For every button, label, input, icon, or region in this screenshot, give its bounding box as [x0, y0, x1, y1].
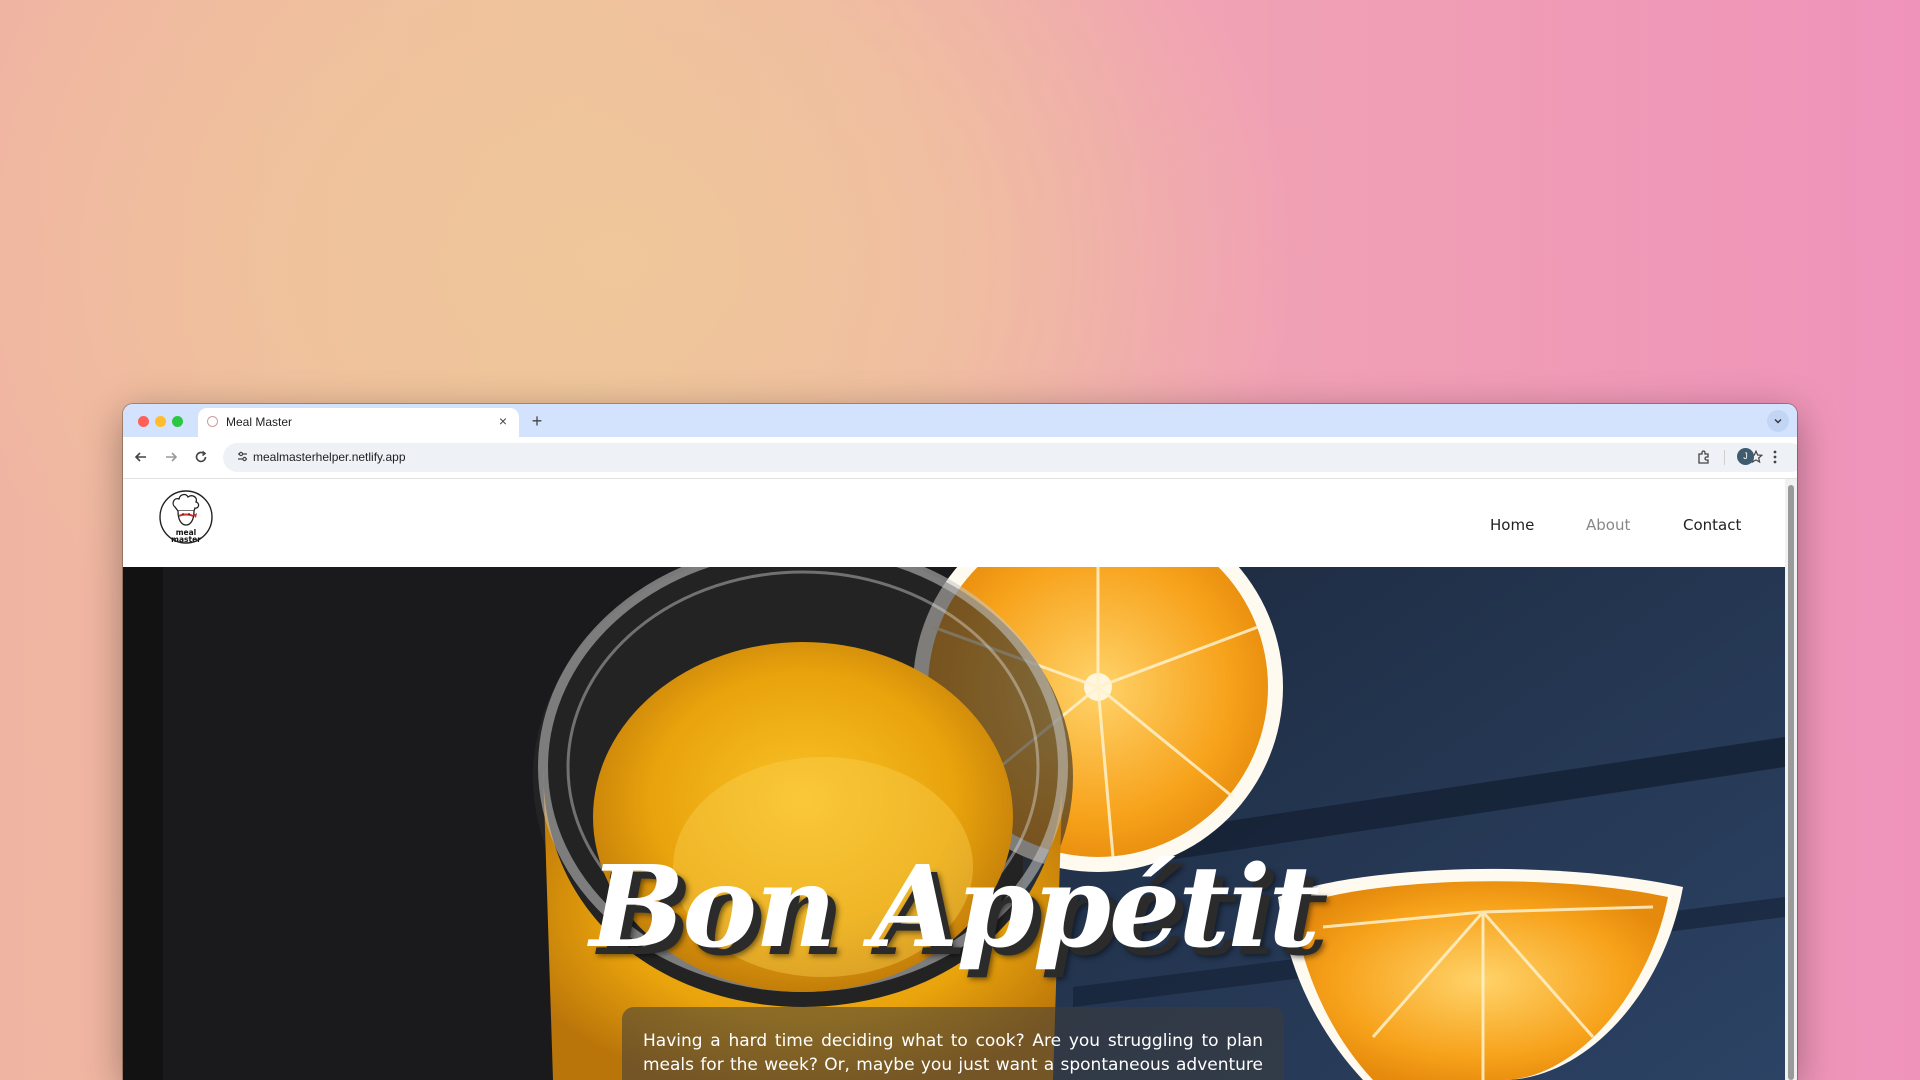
svg-text:master: master [171, 535, 201, 544]
back-arrow-icon[interactable] [131, 447, 151, 467]
nav-contact-link[interactable]: Contact [1683, 516, 1741, 534]
site-header: meal master Home About Contact [123, 479, 1785, 567]
extensions-icon[interactable] [1694, 447, 1714, 467]
browser-toolbar: mealmasterhelper.netlify.app J [123, 437, 1797, 479]
favicon-icon [207, 416, 218, 427]
toolbar-separator [1724, 450, 1725, 465]
tab-search-icon[interactable] [1767, 410, 1789, 432]
scrollbar-thumb[interactable] [1788, 485, 1794, 1080]
menu-icon[interactable] [1765, 447, 1785, 467]
maximize-window-button[interactable] [172, 416, 183, 427]
site-info-icon[interactable] [235, 450, 249, 464]
address-bar[interactable]: mealmasterhelper.netlify.app [223, 443, 1797, 472]
tab-title: Meal Master [226, 415, 293, 429]
forward-arrow-icon[interactable] [161, 447, 181, 467]
hero-section: Bon Appétit Having a hard time deciding … [123, 567, 1785, 1080]
web-page: meal master Home About Contact Bon Appét… [123, 479, 1785, 1080]
hero-title: Bon Appétit [589, 842, 1321, 973]
hero-description: Having a hard time deciding what to cook… [643, 1031, 1263, 1080]
nav-home-link[interactable]: Home [1490, 516, 1534, 534]
page-scrollbar[interactable] [1785, 479, 1797, 1080]
browser-window: Meal Master × + mealmasterhelper.netlify… [123, 404, 1797, 1080]
hero-description-card: Having a hard time deciding what to cook… [622, 1007, 1284, 1080]
profile-avatar[interactable]: J [1737, 448, 1754, 465]
tab-close-icon[interactable]: × [495, 413, 511, 429]
tab-meal-master[interactable]: Meal Master × [198, 408, 519, 437]
close-window-button[interactable] [138, 416, 149, 427]
chef-logo-icon[interactable]: meal master [159, 488, 213, 546]
tab-strip: Meal Master × + [123, 404, 1797, 437]
nav-about-link[interactable]: About [1586, 516, 1630, 534]
reload-icon[interactable] [191, 447, 211, 467]
new-tab-button[interactable]: + [527, 411, 547, 431]
url-text[interactable]: mealmasterhelper.netlify.app [253, 450, 406, 464]
hero-image [123, 567, 1785, 1080]
minimize-window-button[interactable] [155, 416, 166, 427]
